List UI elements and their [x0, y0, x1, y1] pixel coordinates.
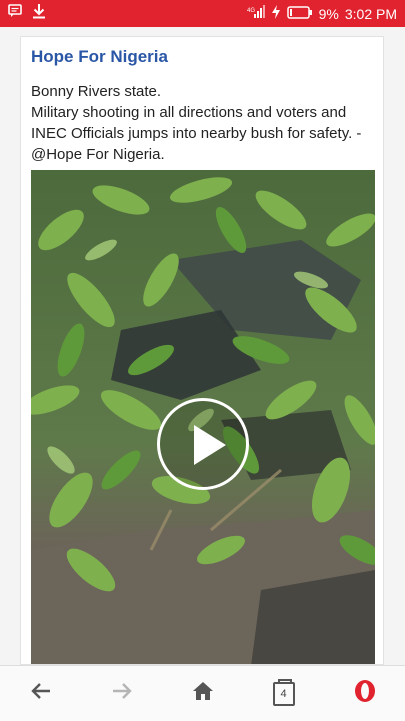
video-player[interactable] [31, 170, 375, 664]
battery-percent: 9% [318, 5, 339, 22]
back-arrow-icon [30, 681, 52, 706]
home-icon [192, 681, 214, 706]
tabs-count: 4 [272, 678, 295, 706]
download-icon [32, 3, 46, 24]
post-body: Bonny Rivers state. Military shooting in… [31, 81, 379, 165]
charging-icon [271, 5, 281, 22]
play-icon [194, 425, 226, 465]
post-text-line-1: Bonny Rivers state. [31, 83, 162, 100]
opera-icon [353, 679, 377, 708]
forward-button[interactable] [81, 666, 162, 721]
forward-arrow-icon [111, 681, 133, 706]
battery-icon [286, 5, 313, 22]
browser-bottom-toolbar: 4 [0, 665, 405, 721]
clock-time: 3:02 PM [344, 5, 397, 22]
status-bar: 4G 9% 3:02 PM [0, 0, 405, 27]
tabs-button[interactable]: 4 [243, 666, 324, 721]
signal-icon: 4G [247, 5, 265, 22]
opera-menu-button[interactable] [324, 666, 405, 721]
svg-text:4G: 4G [247, 8, 255, 14]
back-button[interactable] [0, 666, 81, 721]
message-notification-icon [8, 4, 22, 23]
play-button[interactable] [157, 398, 249, 490]
home-button[interactable] [162, 666, 243, 721]
post-card: Hope For Nigeria Bonny Rivers state. Mil… [20, 36, 384, 665]
post-text-line-2: Military shooting in all directions and … [31, 104, 362, 163]
post-title[interactable]: Hope For Nigeria [31, 47, 168, 67]
